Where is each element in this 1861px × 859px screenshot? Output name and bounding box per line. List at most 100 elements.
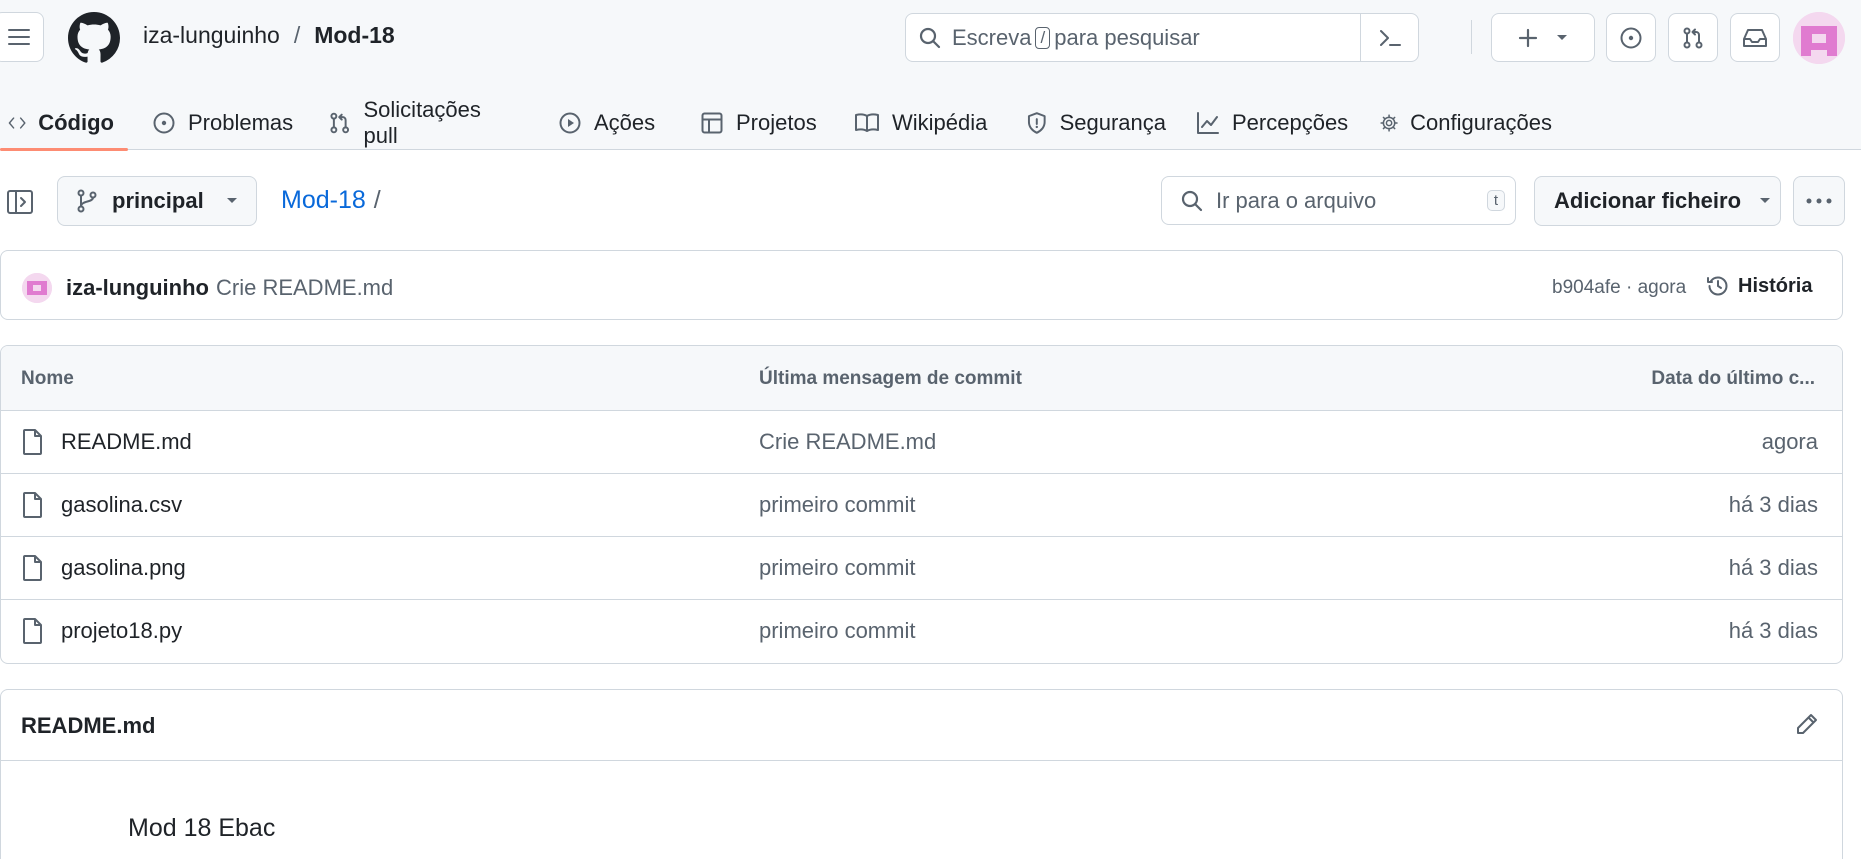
search-placeholder-before: Escreva [952, 24, 1032, 50]
file-commit-message-link[interactable]: Crie README.md [759, 429, 936, 455]
tab-issues-label: Problemas [188, 110, 294, 135]
file-commit-message-link[interactable]: primeiro commit [759, 618, 915, 644]
play-icon [559, 112, 581, 134]
issues-button[interactable] [1606, 13, 1656, 62]
tab-code-label: Código [38, 110, 114, 135]
go-to-file-placeholder: Ir para o arquivo [1216, 187, 1377, 213]
file-icon [23, 618, 42, 644]
pull-requests-button[interactable] [1668, 13, 1718, 62]
global-search-input[interactable]: Escreva / para pesquisar [905, 13, 1419, 62]
search-placeholder: Escreva / para pesquisar [952, 25, 1200, 51]
git-pull-request-icon [1683, 27, 1703, 48]
go-to-file-input[interactable]: Ir para o arquivo t [1161, 176, 1516, 225]
path-separator: / [293, 22, 301, 48]
code-icon [8, 117, 26, 129]
caret-down-icon [226, 198, 237, 203]
repo-path: iza-lunguinho / Mod-18 [143, 22, 395, 49]
user-avatar[interactable] [1793, 12, 1845, 64]
hamburger-menu-button[interactable] [0, 12, 44, 62]
file-name-link[interactable]: projeto18.py [61, 618, 182, 644]
table-icon [701, 112, 723, 134]
tab-insights-label: Percepções [1232, 110, 1349, 135]
file-icon [23, 555, 42, 581]
inbox-icon [1743, 28, 1767, 47]
branch-name: principal [112, 188, 204, 213]
tab-projects-label: Projetos [736, 110, 817, 135]
tab-security[interactable]: Segurança [1010, 96, 1180, 150]
file-icon [23, 429, 42, 455]
breadcrumb-separator: / [373, 186, 381, 214]
file-icon [23, 492, 42, 518]
more-options-button[interactable] [1793, 176, 1845, 226]
book-icon [855, 113, 879, 132]
caret-down-icon [1760, 198, 1771, 203]
readme-header: README.md [1, 690, 1842, 761]
tab-actions[interactable]: Ações [532, 96, 682, 150]
caret-down-icon [1557, 34, 1567, 40]
gear-icon [1380, 114, 1398, 132]
table-row: gasolina.png primeiro commit há 3 dias [1, 537, 1842, 600]
identicon-icon [22, 273, 52, 303]
create-new-button[interactable] [1491, 13, 1595, 62]
history-label: História [1738, 274, 1813, 297]
search-icon [919, 27, 941, 48]
table-row: projeto18.py primeiro commit há 3 dias [1, 600, 1842, 663]
edit-readme-button[interactable] [1795, 712, 1819, 736]
tab-insights[interactable]: Percepções [1180, 96, 1366, 150]
file-commit-date: agora [1761, 429, 1818, 454]
commit-hash-time[interactable]: b904afe · agora [1552, 277, 1686, 299]
tab-code[interactable]: Código [0, 96, 128, 151]
go-to-file-shortcut: t [1486, 190, 1505, 211]
readme-panel: README.md Mod 18 Ebac [0, 689, 1843, 859]
commit-author-link[interactable]: iza-lunguinho [66, 275, 209, 301]
tab-wiki-label: Wikipédia [892, 110, 988, 135]
tab-projects[interactable]: Projetos [682, 96, 836, 150]
add-file-button[interactable]: Adicionar ficheiro [1534, 176, 1781, 226]
tab-settings-label: Configurações [1410, 110, 1552, 135]
tab-actions-label: Ações [594, 110, 656, 135]
file-name-link[interactable]: gasolina.csv [61, 492, 182, 518]
search-placeholder-after: para pesquisar [1054, 24, 1200, 50]
search-shortcut-key: / [1035, 26, 1051, 49]
tab-settings[interactable]: Configurações [1366, 96, 1566, 150]
tab-pull-requests-label: Solicitações pull [363, 97, 481, 148]
terminal-icon [1379, 29, 1401, 46]
tab-security-label: Segurança [1059, 110, 1166, 135]
column-last-commit: Última mensagem de commit [759, 368, 1022, 389]
issue-opened-icon [1620, 27, 1642, 48]
github-logo-icon[interactable] [68, 12, 120, 64]
column-last-commit-date: Data do último c... [1651, 368, 1815, 389]
file-name-link[interactable]: gasolina.png [61, 555, 186, 581]
plus-icon [1518, 28, 1538, 47]
file-commit-date: há 3 dias [1728, 618, 1818, 643]
breadcrumb: Mod-18 / [281, 186, 381, 215]
repo-owner-link[interactable]: iza-lunguinho [143, 22, 280, 49]
kebab-horizontal-icon [1806, 198, 1832, 204]
tab-wiki[interactable]: Wikipédia [836, 96, 1010, 150]
commit-message-link[interactable]: Crie README.md [216, 275, 393, 301]
global-header: iza-lunguinho / Mod-18 Escreva / para pe… [0, 0, 1861, 151]
file-commit-message-link[interactable]: primeiro commit [759, 492, 915, 518]
tab-pull-requests[interactable]: Solicitações pull [308, 96, 532, 150]
commit-author-avatar[interactable] [22, 273, 52, 303]
issue-icon [153, 112, 175, 134]
inbox-button[interactable] [1730, 13, 1780, 62]
history-icon [1707, 276, 1728, 296]
file-name-link[interactable]: README.md [61, 429, 192, 455]
graph-icon [1197, 112, 1219, 134]
tab-issues[interactable]: Problemas [128, 96, 308, 150]
expand-file-tree-button[interactable] [6, 188, 34, 216]
history-button[interactable]: História [1706, 274, 1812, 298]
file-commit-message-link[interactable]: primeiro commit [759, 555, 915, 581]
branch-selector-button[interactable]: principal [57, 176, 257, 226]
file-commit-date: há 3 dias [1728, 492, 1818, 517]
file-commit-date: há 3 dias [1728, 555, 1818, 580]
breadcrumb-repo-link[interactable]: Mod-18 [281, 186, 366, 215]
identicon-icon [1793, 12, 1845, 64]
command-palette-button[interactable] [1360, 14, 1418, 61]
readme-body-text: Mod 18 Ebac [128, 814, 276, 842]
latest-commit-bar: iza-lunguinho Crie README.md b904afe · a… [0, 250, 1843, 320]
readme-tab[interactable]: README.md [21, 713, 155, 739]
repo-name-link[interactable]: Mod-18 [314, 22, 395, 49]
search-icon [1181, 190, 1203, 211]
